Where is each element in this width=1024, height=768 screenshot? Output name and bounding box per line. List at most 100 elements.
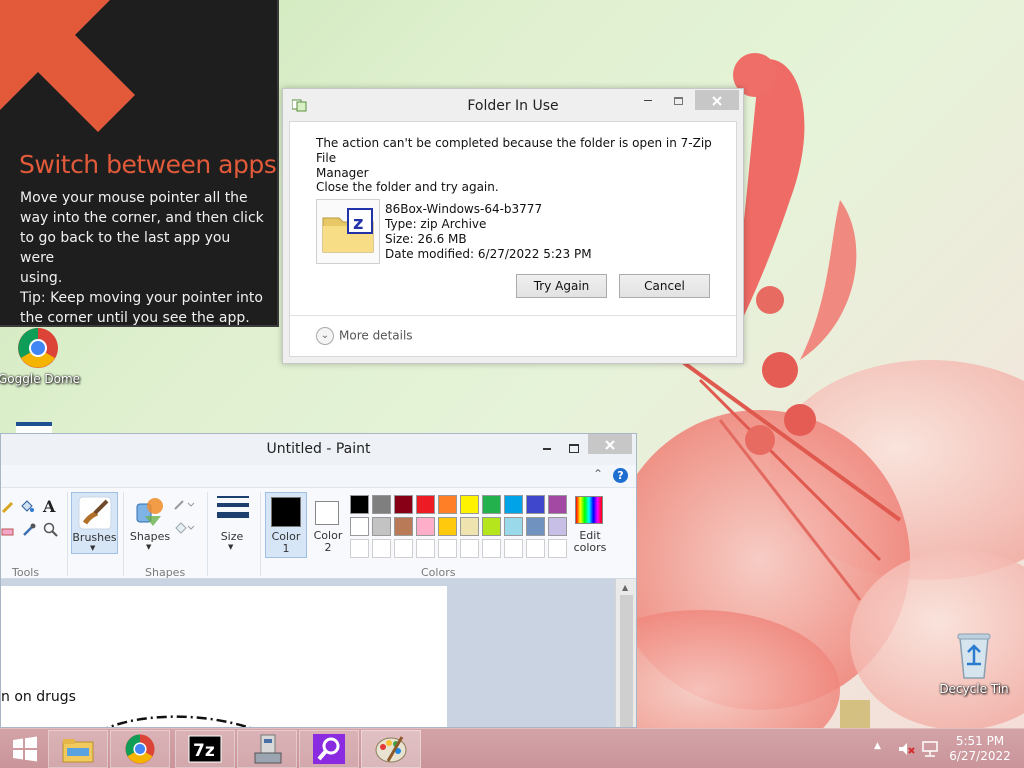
tip-line: using. [20, 270, 63, 286]
chevron-down-icon: ▼ [228, 543, 234, 551]
tip-line: Move your mouse pointer all the [20, 190, 248, 206]
taskbar-7zip[interactable]: 7z [175, 730, 235, 768]
palette-swatch[interactable] [504, 495, 523, 514]
cancel-button[interactable]: Cancel [619, 274, 710, 298]
taskbar-paint[interactable] [361, 730, 421, 768]
palette-swatch[interactable] [350, 495, 369, 514]
paint-close-button[interactable] [588, 434, 632, 454]
start-button[interactable] [6, 735, 44, 763]
vertical-scrollbar[interactable]: ▲ [615, 579, 636, 727]
shapes-button[interactable]: Shapes ▼ [127, 492, 173, 554]
show-hidden-icons-button[interactable]: ▲ [874, 741, 881, 751]
windows-start-icon [13, 736, 37, 762]
palette-swatch[interactable] [548, 495, 567, 514]
corner-arrow-icon [0, 0, 135, 132]
paint-ribbon: A Tools Brushes ▼ Shapes ▼ Shapes Size ▼… [1, 487, 636, 579]
group-label-colors: Colors [421, 566, 456, 579]
shapes-label: Shapes [129, 530, 171, 543]
scrollbar-thumb[interactable] [620, 595, 633, 727]
maximize-button[interactable] [665, 90, 691, 110]
palette-swatch[interactable] [482, 517, 501, 536]
color-picker-icon[interactable] [21, 522, 37, 538]
taskbar: 7z ▲ 5:51 PM 6/27/2022 [0, 728, 1024, 768]
palette-swatch[interactable] [416, 495, 435, 514]
desktop-icon-recycle-bin[interactable]: Decycle Tin [934, 630, 1014, 696]
brushes-label: Brushes [72, 531, 117, 544]
paint-titlebar[interactable]: Untitled - Paint [1, 434, 636, 465]
palette-swatch[interactable] [350, 517, 369, 536]
eraser-icon[interactable] [1, 524, 15, 538]
text-tool-icon[interactable]: A [43, 497, 55, 516]
system-clock[interactable]: 5:51 PM 6/27/2022 [944, 734, 1016, 764]
palette-swatch-empty[interactable] [372, 539, 391, 558]
palette-swatch-empty[interactable] [504, 539, 523, 558]
try-again-button[interactable]: Try Again [516, 274, 607, 298]
palette-swatch[interactable] [438, 495, 457, 514]
brushes-button[interactable]: Brushes ▼ [71, 492, 118, 554]
palette-swatch-empty[interactable] [416, 539, 435, 558]
palette-swatch[interactable] [372, 517, 391, 536]
close-button[interactable] [695, 90, 739, 110]
fill-icon[interactable] [173, 519, 195, 535]
outline-icon[interactable] [173, 498, 195, 512]
minimize-button[interactable] [635, 90, 661, 110]
palette-swatch-empty[interactable] [350, 539, 369, 558]
magnifier-icon[interactable] [43, 522, 59, 538]
desktop-icon-label: Decycle Tin [939, 682, 1009, 696]
volume-muted-icon[interactable] [897, 741, 915, 757]
taskbar-chrome[interactable] [110, 730, 170, 768]
palette-swatch[interactable] [548, 517, 567, 536]
desktop-icon-chrome[interactable]: Goggle Dome [0, 326, 81, 386]
palette-swatch[interactable] [416, 517, 435, 536]
dialog-titlebar[interactable]: Folder In Use [283, 89, 743, 121]
chrome-icon [125, 734, 155, 764]
file-thumbnail: z [316, 199, 380, 264]
tip-title: Switch between apps [19, 150, 277, 179]
palette-swatch[interactable] [394, 495, 413, 514]
taskbar-magnifier[interactable] [299, 730, 359, 768]
palette-swatch[interactable] [460, 517, 479, 536]
more-details-label: More details [339, 328, 413, 343]
group-separator [207, 492, 208, 576]
minimize-icon [543, 447, 551, 450]
palette-swatch-empty[interactable] [482, 539, 501, 558]
color1-label: Color 1 [271, 530, 301, 555]
palette-swatch[interactable] [482, 495, 501, 514]
pencil-icon[interactable] [1, 500, 15, 514]
color1-button[interactable]: Color 1 [265, 492, 307, 558]
desktop-icon-label: Goggle Dome [0, 372, 81, 386]
scroll-up-arrow-icon[interactable]: ▲ [622, 583, 628, 592]
help-icon[interactable]: ? [613, 468, 628, 483]
edit-colors-button[interactable]: Edit colors [571, 492, 609, 558]
taskbar-file-explorer[interactable] [48, 730, 108, 768]
paint-minimize-button[interactable] [534, 438, 560, 458]
collapse-ribbon-icon[interactable]: ⌃ [593, 467, 603, 481]
drawing-canvas[interactable]: n on drugs [1, 586, 447, 727]
palette-swatch[interactable] [504, 517, 523, 536]
palette-swatch-empty[interactable] [526, 539, 545, 558]
message-line: The action can't be completed because th… [316, 136, 712, 165]
paint-maximize-button[interactable] [561, 438, 587, 458]
group-label-shapes: Shapes [145, 566, 186, 579]
palette-swatch[interactable] [526, 517, 545, 536]
maximize-icon [673, 96, 683, 105]
magnifier-icon [313, 734, 345, 764]
palette-swatch[interactable] [394, 517, 413, 536]
more-details-toggle[interactable]: ⌄ More details [316, 327, 413, 345]
palette-swatch[interactable] [460, 495, 479, 514]
color2-button[interactable]: Color 2 [310, 492, 346, 558]
palette-swatch[interactable] [372, 495, 391, 514]
palette-swatch-empty[interactable] [438, 539, 457, 558]
taskbar-installer[interactable] [237, 730, 297, 768]
switch-apps-tip-panel: Switch between apps Move your mouse poin… [0, 0, 279, 327]
palette-swatch-empty[interactable] [394, 539, 413, 558]
palette-swatch[interactable] [526, 495, 545, 514]
chevron-down-icon: ▼ [146, 543, 152, 551]
palette-swatch-empty[interactable] [460, 539, 479, 558]
palette-swatch-empty[interactable] [548, 539, 567, 558]
size-button[interactable]: Size ▼ [213, 492, 251, 554]
fill-bucket-icon[interactable] [19, 498, 35, 514]
network-icon[interactable] [921, 741, 939, 757]
file-size: Size: 26.6 MB [385, 232, 467, 246]
palette-swatch[interactable] [438, 517, 457, 536]
